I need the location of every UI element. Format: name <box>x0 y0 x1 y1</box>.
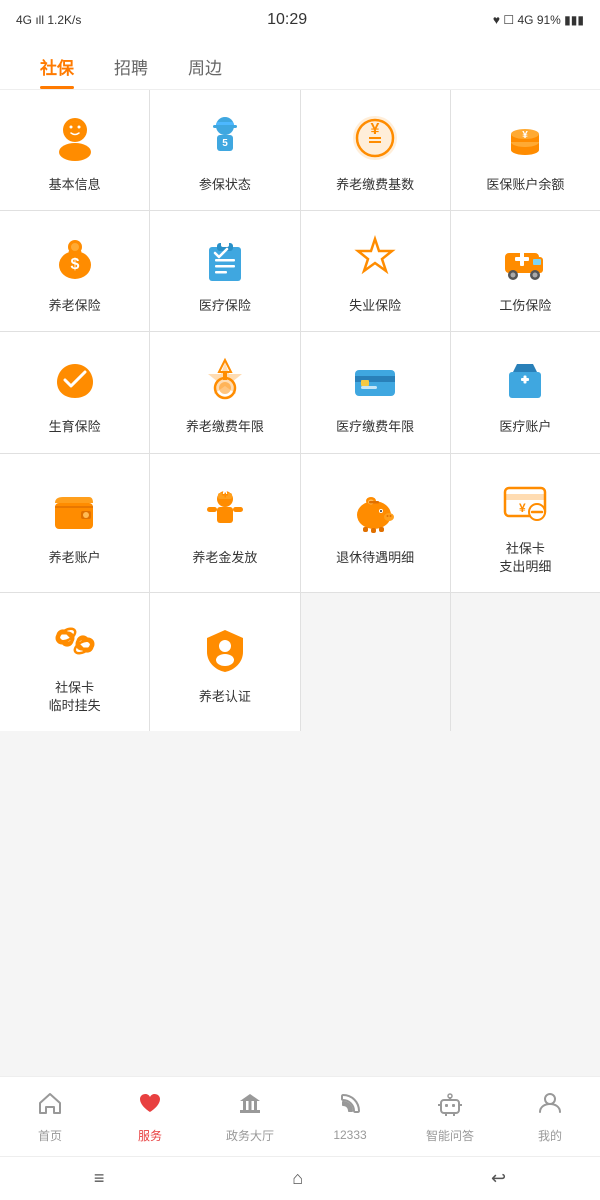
robot-icon <box>437 1090 463 1123</box>
insurance-status-label: 参保状态 <box>199 176 251 194</box>
pension-years-label: 养老缴费年限 <box>186 418 264 436</box>
nav-hall[interactable]: 政务大厅 <box>200 1090 300 1144</box>
injury-insurance-icon <box>497 231 553 287</box>
grid-item-medical-insurance[interactable]: 医疗保险 <box>150 211 299 331</box>
android-menu[interactable]: ≡ <box>74 1160 125 1197</box>
nav-hotline[interactable]: 12333 <box>300 1091 400 1142</box>
status-time: 10:29 <box>267 11 307 29</box>
unemployment-insurance-label: 失业保险 <box>349 297 401 315</box>
svg-text:$: $ <box>70 256 79 273</box>
phone-icon <box>337 1091 363 1124</box>
grid-item-injury-insurance[interactable]: 工伤保险 <box>451 211 600 331</box>
grid-item-pension-base[interactable]: ¥ 养老缴费基数 <box>301 90 450 210</box>
retirement-detail-icon <box>347 483 403 539</box>
grid-item-maternity-insurance[interactable]: 生育保险 <box>0 332 149 452</box>
bottom-nav: 首页 服务 政务大厅 12333 <box>0 1076 600 1156</box>
svg-text:¥: ¥ <box>371 121 380 138</box>
nav-home-label: 首页 <box>38 1127 62 1144</box>
grid-item-pension-payment[interactable]: 养老金发放 <box>150 454 299 592</box>
hall-icon <box>237 1090 263 1123</box>
grid-item-medical-balance[interactable]: ¥ 医保账户余额 <box>451 90 600 210</box>
nav-mine[interactable]: 我的 <box>500 1090 600 1144</box>
pension-account-icon <box>47 483 103 539</box>
android-back[interactable]: ↩ <box>471 1160 526 1197</box>
grid-item-medical-years[interactable]: 医疗缴费年限 <box>301 332 450 452</box>
pension-auth-label: 养老认证 <box>199 688 251 706</box>
grid-item-medical-account[interactable]: 医疗账户 <box>451 332 600 452</box>
medical-years-label: 医疗缴费年限 <box>336 418 414 436</box>
pension-auth-icon <box>197 622 253 678</box>
medical-insurance-label: 医疗保险 <box>199 297 251 315</box>
retirement-detail-label: 退休待遇明细 <box>336 549 414 567</box>
grid-item-basic-info[interactable]: 基本信息 <box>0 90 149 210</box>
grid-item-unemployment-insurance[interactable]: 失业保险 <box>301 211 450 331</box>
unemployment-insurance-icon <box>347 231 403 287</box>
card-suspend-label: 社保卡临时挂失 <box>49 679 101 715</box>
pension-account-label: 养老账户 <box>49 549 101 567</box>
medical-insurance-icon <box>197 231 253 287</box>
card-expense-label: 社保卡支出明细 <box>499 540 551 576</box>
nav-home[interactable]: 首页 <box>0 1090 100 1144</box>
medical-years-icon <box>347 352 403 408</box>
grid-item-retirement-detail[interactable]: 退休待遇明细 <box>301 454 450 592</box>
android-home[interactable]: ⌂ <box>272 1160 323 1197</box>
top-tabs: 社保 招聘 周边 <box>0 40 600 90</box>
tab-zhaopin[interactable]: 招聘 <box>94 44 168 89</box>
nav-mine-label: 我的 <box>538 1127 562 1144</box>
nav-ai-label: 智能问答 <box>426 1127 474 1144</box>
status-bar: 4G ıll 1.2K/s 10:29 ♥ ☐ 4G 91% ▮▮▮ <box>0 0 600 40</box>
service-icon <box>137 1090 163 1123</box>
injury-insurance-label: 工伤保险 <box>499 297 551 315</box>
grid-item-card-suspend[interactable]: 社保卡临时挂失 <box>0 593 149 731</box>
status-right: ♥ ☐ 4G 91% ▮▮▮ <box>493 13 584 27</box>
person-icon <box>537 1090 563 1123</box>
nav-service-label: 服务 <box>138 1127 162 1144</box>
grid-item-pension-auth[interactable]: 养老认证 <box>150 593 299 731</box>
svg-text:5: 5 <box>222 138 228 149</box>
medical-account-icon <box>497 352 553 408</box>
pension-insurance-icon: $ <box>47 231 103 287</box>
tab-zhoubian[interactable]: 周边 <box>168 44 242 89</box>
medical-balance-label: 医保账户余额 <box>486 176 564 194</box>
pension-years-icon <box>197 352 253 408</box>
pension-base-label: 养老缴费基数 <box>336 176 414 194</box>
svg-text:¥: ¥ <box>519 501 526 515</box>
insurance-status-icon: 5 <box>197 110 253 166</box>
nav-ai[interactable]: 智能问答 <box>400 1090 500 1144</box>
grid-item-pension-years[interactable]: 养老缴费年限 <box>150 332 299 452</box>
tab-shebao[interactable]: 社保 <box>20 44 94 89</box>
grid-item-card-expense[interactable]: ¥ 社保卡支出明细 <box>451 454 600 592</box>
card-suspend-icon <box>47 613 103 669</box>
grid-item-insurance-status[interactable]: 5 参保状态 <box>150 90 299 210</box>
nav-service[interactable]: 服务 <box>100 1090 200 1144</box>
grid-item-pension-account[interactable]: 养老账户 <box>0 454 149 592</box>
maternity-insurance-icon <box>47 352 103 408</box>
grid-empty-1 <box>301 593 450 731</box>
medical-account-label: 医疗账户 <box>499 418 551 436</box>
svg-text:¥: ¥ <box>523 130 529 141</box>
nav-hall-label: 政务大厅 <box>226 1127 274 1144</box>
nav-hotline-label: 12333 <box>333 1128 366 1142</box>
grid-empty-2 <box>451 593 600 731</box>
home-icon <box>37 1090 63 1123</box>
pension-payment-label: 养老金发放 <box>192 549 257 567</box>
grid-container: 基本信息 5 参保状态 <box>0 90 600 1076</box>
pension-insurance-label: 养老保险 <box>49 297 101 315</box>
basic-info-label: 基本信息 <box>49 176 101 194</box>
android-nav: ≡ ⌂ ↩ <box>0 1156 600 1200</box>
battery-text: ♥ ☐ 4G 91% ▮▮▮ <box>493 13 584 27</box>
status-left: 4G ıll 1.2K/s <box>16 13 81 27</box>
basic-info-icon <box>47 110 103 166</box>
pension-payment-icon <box>197 483 253 539</box>
medical-balance-icon: ¥ <box>497 110 553 166</box>
maternity-insurance-label: 生育保险 <box>49 418 101 436</box>
pension-base-icon: ¥ <box>347 110 403 166</box>
card-expense-icon: ¥ <box>497 474 553 530</box>
service-grid: 基本信息 5 参保状态 <box>0 90 600 731</box>
signal-text: 4G ıll 1.2K/s <box>16 13 81 27</box>
grid-item-pension-insurance[interactable]: $ 养老保险 <box>0 211 149 331</box>
